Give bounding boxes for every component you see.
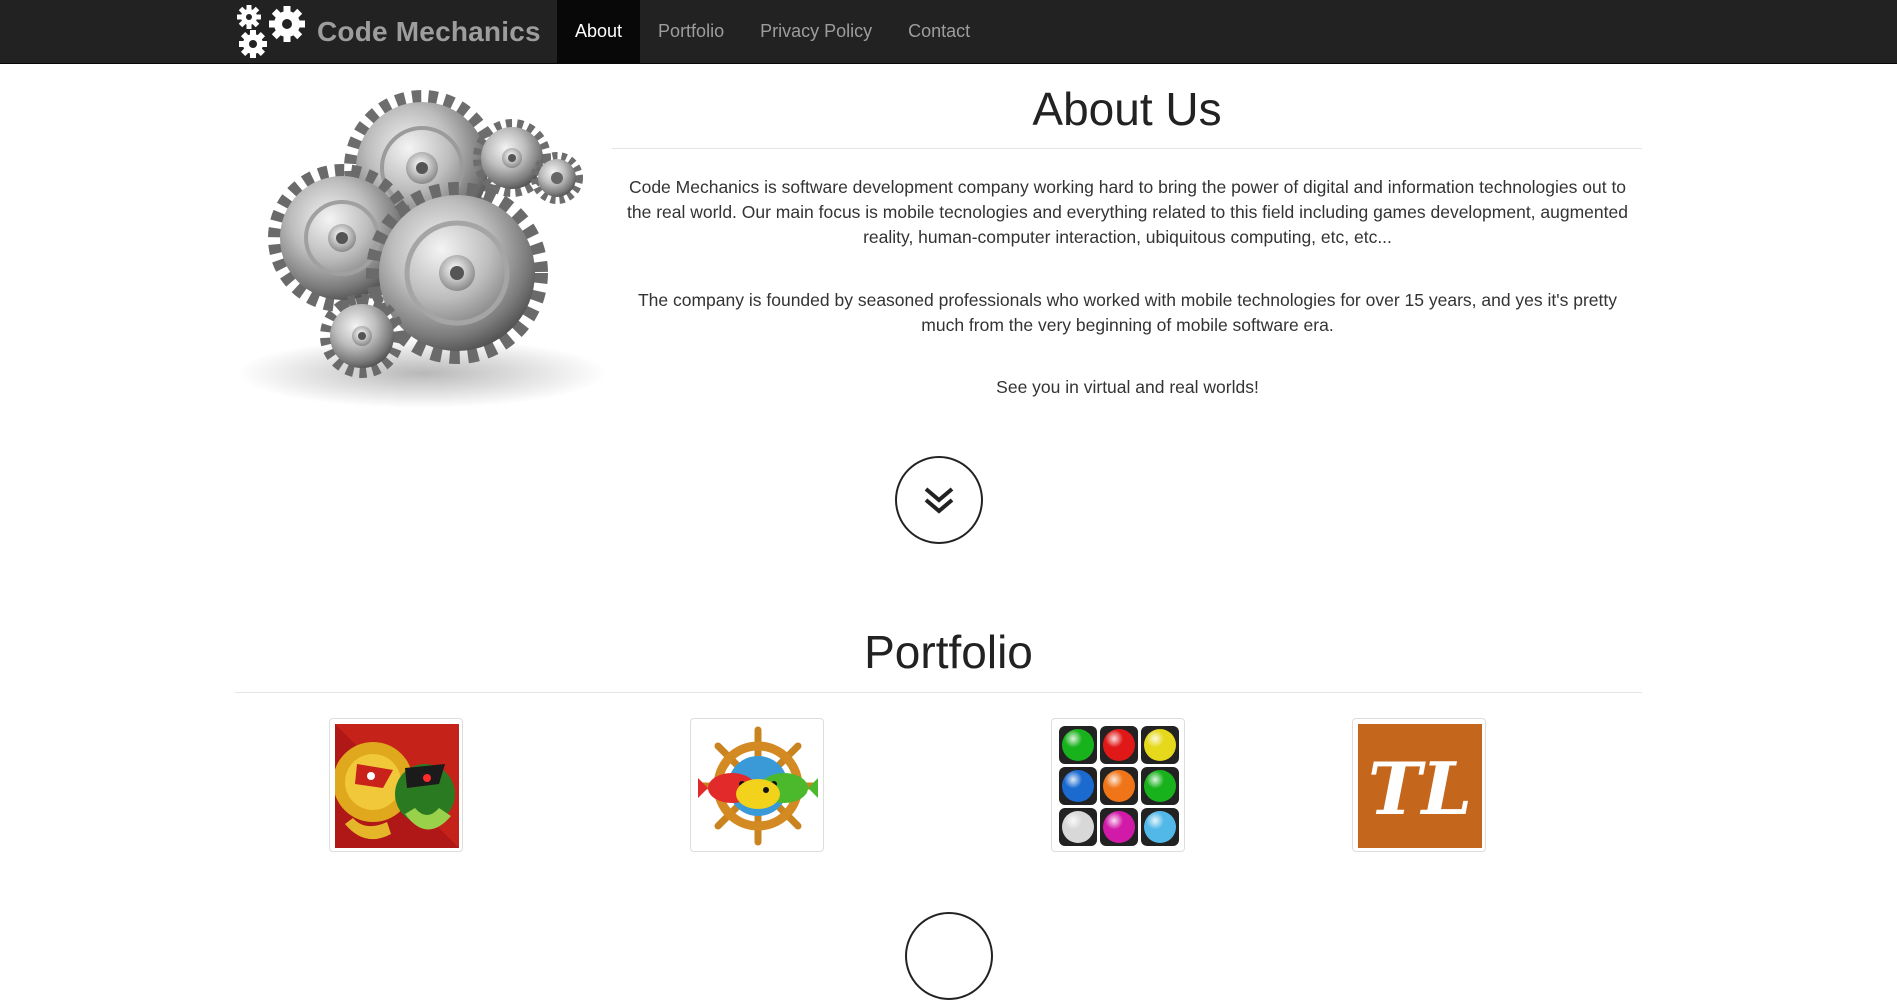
portfolio-app-4[interactable]: TL <box>1352 718 1486 852</box>
gears-logo-icon <box>237 4 305 58</box>
nav-item-about[interactable]: About <box>557 0 641 63</box>
gears-hero-image <box>237 90 607 408</box>
top-navbar: Code Mechanics About Portfolio Privacy P… <box>0 0 1897 64</box>
brand-link[interactable]: Code Mechanics <box>233 0 541 63</box>
about-paragraph-3: See you in virtual and real worlds! <box>996 377 1259 397</box>
about-divider <box>612 148 1642 149</box>
scroll-to-privacy-button[interactable] <box>905 912 993 1000</box>
colored-balls-grid-icon <box>1057 724 1181 848</box>
double-chevron-down-icon <box>924 487 954 514</box>
fish-ship-wheel-icon <box>696 724 820 848</box>
about-paragraph-2: The company is founded by seasoned profe… <box>637 290 1617 335</box>
nav-item-contact[interactable]: Contact <box>890 0 988 63</box>
warriors-game-icon <box>335 724 459 848</box>
tl-letters: TL <box>1368 746 1472 831</box>
about-paragraph-1: Code Mechanics is software development c… <box>627 177 1628 247</box>
about-title: About Us <box>1032 83 1222 135</box>
portfolio-app-2[interactable] <box>690 718 824 852</box>
tl-letters-icon: TL <box>1358 724 1482 848</box>
nav-item-portfolio[interactable]: Portfolio <box>640 0 742 63</box>
brand-name: Code Mechanics <box>317 15 541 47</box>
portfolio-divider <box>235 692 1642 693</box>
nav-item-privacy-policy[interactable]: Privacy Policy <box>742 0 890 63</box>
portfolio-app-3[interactable] <box>1051 718 1185 852</box>
main-nav: About Portfolio Privacy Policy Contact <box>557 0 988 63</box>
portfolio-title: Portfolio <box>864 626 1033 678</box>
scroll-to-portfolio-button[interactable] <box>895 456 983 544</box>
portfolio-app-1[interactable] <box>329 718 463 852</box>
